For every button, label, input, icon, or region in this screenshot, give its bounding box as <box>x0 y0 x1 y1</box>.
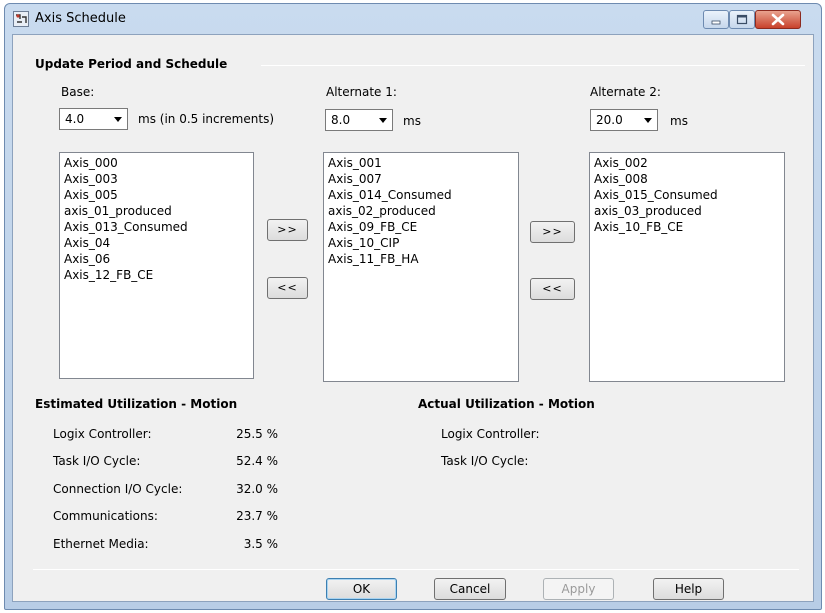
list-item[interactable]: axis_02_produced <box>328 203 514 219</box>
list-item[interactable]: Axis_000 <box>64 155 249 171</box>
close-button[interactable] <box>755 10 801 29</box>
base-period-select[interactable]: 4.0 <box>59 108 128 130</box>
axis-schedule-icon <box>13 11 29 27</box>
list-item[interactable]: Axis_007 <box>328 171 514 187</box>
estimated-ethernet-media-value: 3.5 % <box>243 537 278 551</box>
footer-divider <box>33 569 799 570</box>
list-item[interactable]: Axis_008 <box>594 171 780 187</box>
list-item[interactable]: Axis_06 <box>64 251 249 267</box>
cancel-button[interactable]: Cancel <box>434 578 506 600</box>
window-title: Axis Schedule <box>35 11 126 26</box>
estimated-connection-io-cycle-value: 32.0 % <box>236 482 278 496</box>
list-item[interactable]: Axis_10_FB_CE <box>594 219 780 235</box>
maximize-button[interactable] <box>729 10 755 29</box>
estimated-utilization-title: Estimated Utilization - Motion <box>35 397 238 411</box>
ok-button[interactable]: OK <box>326 578 397 600</box>
schedule-group-title: Update Period and Schedule <box>35 57 228 71</box>
estimated-task-io-cycle-label: Task I/O Cycle: <box>53 454 141 468</box>
estimated-logix-controller-value: 25.5 % <box>236 427 278 441</box>
alternate2-unit-label: ms <box>670 114 688 128</box>
list-item[interactable]: Axis_014_Consumed <box>328 187 514 203</box>
alternate1-unit-label: ms <box>403 114 421 128</box>
move-alt1-to-alt2-button[interactable]: >> <box>530 221 575 243</box>
base-axis-list[interactable]: Axis_000 Axis_003 Axis_005 axis_01_produ… <box>59 152 254 379</box>
list-item[interactable]: Axis_04 <box>64 235 249 251</box>
list-item[interactable]: Axis_005 <box>64 187 249 203</box>
list-item[interactable]: Axis_09_FB_CE <box>328 219 514 235</box>
axis-schedule-window: Axis Schedule Update Period and Schedule… <box>4 3 822 610</box>
title-bar[interactable]: Axis Schedule <box>5 4 821 34</box>
estimated-communications-label: Communications: <box>53 509 158 523</box>
list-item[interactable]: Axis_003 <box>64 171 249 187</box>
actual-task-io-cycle-label: Task I/O Cycle: <box>441 454 529 468</box>
minimize-icon <box>711 20 721 25</box>
estimated-task-io-cycle-value: 52.4 % <box>236 454 278 468</box>
list-item[interactable]: Axis_015_Consumed <box>594 187 780 203</box>
actual-logix-controller-label: Logix Controller: <box>441 427 540 441</box>
move-base-to-alt1-button[interactable]: >> <box>267 219 308 241</box>
maximize-icon <box>736 14 748 25</box>
list-item[interactable]: Axis_11_FB_HA <box>328 251 514 267</box>
base-label: Base: <box>61 85 95 99</box>
alternate1-period-value: 8.0 <box>331 113 351 127</box>
group-divider <box>261 65 805 66</box>
estimated-logix-controller-label: Logix Controller: <box>53 427 152 441</box>
chevron-down-icon <box>644 118 652 123</box>
list-item[interactable]: Axis_013_Consumed <box>64 219 249 235</box>
alternate2-label: Alternate 2: <box>590 85 661 99</box>
alternate1-axis-list[interactable]: Axis_001 Axis_007 Axis_014_Consumed axis… <box>323 152 519 382</box>
list-item[interactable]: axis_01_produced <box>64 203 249 219</box>
chevron-down-icon <box>379 118 387 123</box>
estimated-communications-value: 23.7 % <box>236 509 278 523</box>
apply-button[interactable]: Apply <box>543 578 614 600</box>
list-item[interactable]: Axis_002 <box>594 155 780 171</box>
list-item[interactable]: Axis_12_FB_CE <box>64 267 249 283</box>
list-item[interactable]: Axis_10_CIP <box>328 235 514 251</box>
move-alt1-to-base-button[interactable]: << <box>267 277 308 299</box>
list-item[interactable]: axis_03_produced <box>594 203 780 219</box>
close-icon <box>771 13 785 26</box>
move-alt2-to-alt1-button[interactable]: << <box>530 278 575 300</box>
estimated-ethernet-media-label: Ethernet Media: <box>53 537 149 551</box>
chevron-down-icon <box>114 117 122 122</box>
alternate1-label: Alternate 1: <box>326 85 397 99</box>
minimize-button[interactable] <box>703 10 729 29</box>
alternate1-period-select[interactable]: 8.0 <box>325 109 393 131</box>
help-button[interactable]: Help <box>653 578 724 600</box>
dialog-body: Update Period and Schedule Base: 4.0 ms … <box>12 34 814 602</box>
alternate2-axis-list[interactable]: Axis_002 Axis_008 Axis_015_Consumed axis… <box>589 152 785 382</box>
alternate2-period-select[interactable]: 20.0 <box>590 109 658 131</box>
base-unit-label: ms (in 0.5 increments) <box>138 112 274 126</box>
actual-utilization-title: Actual Utilization - Motion <box>418 397 595 411</box>
list-item[interactable]: Axis_001 <box>328 155 514 171</box>
estimated-connection-io-cycle-label: Connection I/O Cycle: <box>53 482 183 496</box>
alternate2-period-value: 20.0 <box>596 113 623 127</box>
base-period-value: 4.0 <box>65 112 85 126</box>
